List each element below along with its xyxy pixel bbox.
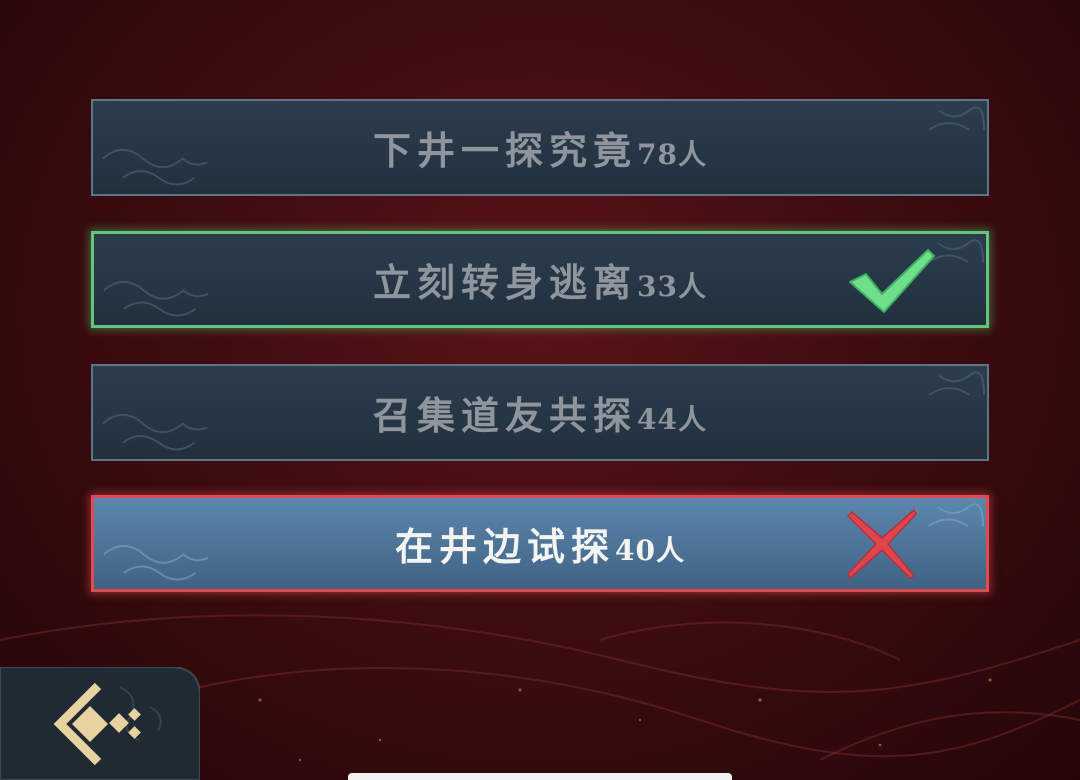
option-text: 立刻转身逃离 <box>373 260 638 305</box>
option-text: 在井边试探 <box>395 524 616 569</box>
cross-icon <box>844 498 920 589</box>
option-text: 召集道友共探 <box>373 393 638 438</box>
answer-option-2[interactable]: 立刻转身逃离33人 <box>91 231 989 328</box>
option-label: 下井一探究竟78人 <box>373 120 707 175</box>
option-label: 在井边试探40人 <box>395 516 685 571</box>
option-text: 下井一探究竟 <box>373 128 638 173</box>
vote-count: 40人 <box>615 534 685 567</box>
vote-count: 33人 <box>637 270 707 303</box>
checkmark-icon <box>846 234 936 325</box>
vote-count: 78人 <box>637 138 707 171</box>
answer-option-4[interactable]: 在井边试探40人 <box>91 495 989 592</box>
vote-count: 44人 <box>637 403 707 436</box>
answer-option-3[interactable]: 召集道友共探44人 <box>91 364 989 461</box>
option-label: 召集道友共探44人 <box>373 385 707 440</box>
home-indicator[interactable] <box>348 773 732 780</box>
back-arrow-icon <box>53 682 141 766</box>
back-button[interactable] <box>40 672 150 772</box>
option-label: 立刻转身逃离33人 <box>373 252 707 307</box>
answer-option-1[interactable]: 下井一探究竟78人 <box>91 99 989 196</box>
